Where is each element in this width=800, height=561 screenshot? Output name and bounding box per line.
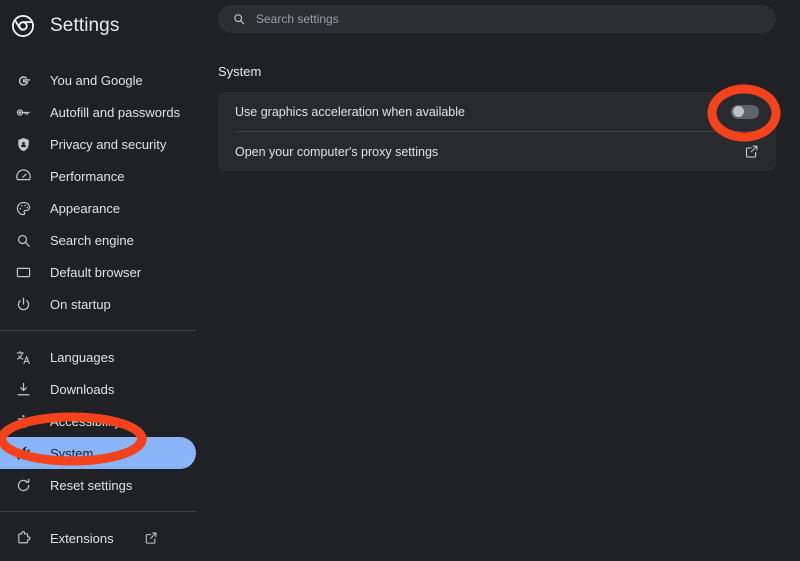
reset-icon: [14, 476, 32, 494]
row-label: Open your computer's proxy settings: [235, 144, 439, 159]
palette-icon: [14, 199, 32, 217]
sidebar-item-extensions[interactable]: Extensions: [0, 522, 196, 554]
row-proxy-settings[interactable]: Open your computer's proxy settings: [218, 132, 776, 171]
sidebar-item-downloads[interactable]: Downloads: [0, 373, 196, 405]
section-title-system: System: [218, 64, 262, 79]
sidebar-item-label: Downloads: [50, 381, 115, 397]
sidebar-item-label: On startup: [50, 296, 111, 312]
sidebar-item-reset-settings[interactable]: Reset settings: [0, 469, 196, 501]
row-label: Use graphics acceleration when available: [235, 104, 465, 119]
sidebar-item-accessibility[interactable]: Accessibility: [0, 405, 196, 437]
sidebar-item-languages[interactable]: Languages: [0, 341, 196, 373]
sidebar-item-about-chrome[interactable]: About Chrome: [0, 554, 196, 561]
sidebar-nav-group-3: Extensions About Chrome: [0, 522, 212, 561]
sidebar-item-default-browser[interactable]: Default browser: [0, 256, 196, 288]
power-icon: [14, 295, 32, 313]
search-input[interactable]: Search settings: [256, 12, 339, 26]
window-icon: [14, 263, 32, 281]
sidebar-item-search-engine[interactable]: Search engine: [0, 224, 196, 256]
search-icon: [232, 12, 246, 26]
translate-icon: [14, 348, 32, 366]
accessibility-icon: [14, 412, 32, 430]
sidebar-item-label: System: [50, 445, 94, 461]
row-graphics-acceleration[interactable]: Use graphics acceleration when available: [218, 92, 776, 131]
key-icon: [14, 103, 32, 121]
sidebar-divider-1: [0, 330, 196, 331]
wrench-icon: [14, 444, 32, 462]
sidebar-item-label: Default browser: [50, 264, 142, 280]
search-settings-bar[interactable]: Search settings: [218, 5, 776, 33]
external-link-icon: [144, 531, 158, 545]
sidebar-nav-group-1: You and Google Autofill and passwords Pr…: [0, 64, 212, 320]
sidebar-item-performance[interactable]: Performance: [0, 160, 196, 192]
graphics-acceleration-toggle[interactable]: [731, 104, 759, 119]
sidebar-item-label: Autofill and passwords: [50, 104, 181, 120]
google-g-icon: [14, 71, 32, 89]
puzzle-icon: [14, 529, 32, 547]
toggle-knob: [733, 106, 744, 117]
sidebar: Settings You and Google Autofill and pas…: [0, 0, 212, 561]
sidebar-divider-2: [0, 511, 196, 512]
sidebar-item-label: Appearance: [50, 200, 121, 216]
shield-icon: [14, 135, 32, 153]
magnifier-icon: [14, 231, 32, 249]
sidebar-item-privacy-security[interactable]: Privacy and security: [0, 128, 196, 160]
sidebar-item-label: Search engine: [50, 232, 134, 248]
sidebar-item-system[interactable]: System: [0, 437, 196, 469]
sidebar-item-label: Performance: [50, 168, 125, 184]
download-icon: [14, 380, 32, 398]
sidebar-item-label: Languages: [50, 349, 115, 365]
chrome-logo-icon: [10, 13, 36, 39]
settings-title: Settings: [50, 15, 120, 36]
system-settings-card: Use graphics acceleration when available…: [218, 92, 776, 171]
sidebar-item-label: Extensions: [50, 530, 114, 546]
sidebar-nav-group-2: Languages Downloads Accessibility System…: [0, 341, 212, 501]
sidebar-item-appearance[interactable]: Appearance: [0, 192, 196, 224]
sidebar-item-label: You and Google: [50, 72, 143, 88]
speedometer-icon: [14, 167, 32, 185]
main-content: Search settings System Use graphics acce…: [212, 0, 800, 561]
sidebar-item-you-and-google[interactable]: You and Google: [0, 64, 196, 96]
sidebar-item-autofill-passwords[interactable]: Autofill and passwords: [0, 96, 196, 128]
sidebar-item-label: Reset settings: [50, 477, 133, 493]
sidebar-item-label: Privacy and security: [50, 136, 167, 152]
external-link-icon[interactable]: [744, 144, 759, 159]
sidebar-item-label: Accessibility: [50, 413, 121, 429]
settings-brand: Settings: [0, 2, 212, 50]
sidebar-item-on-startup[interactable]: On startup: [0, 288, 196, 320]
settings-window: Settings You and Google Autofill and pas…: [0, 0, 800, 561]
